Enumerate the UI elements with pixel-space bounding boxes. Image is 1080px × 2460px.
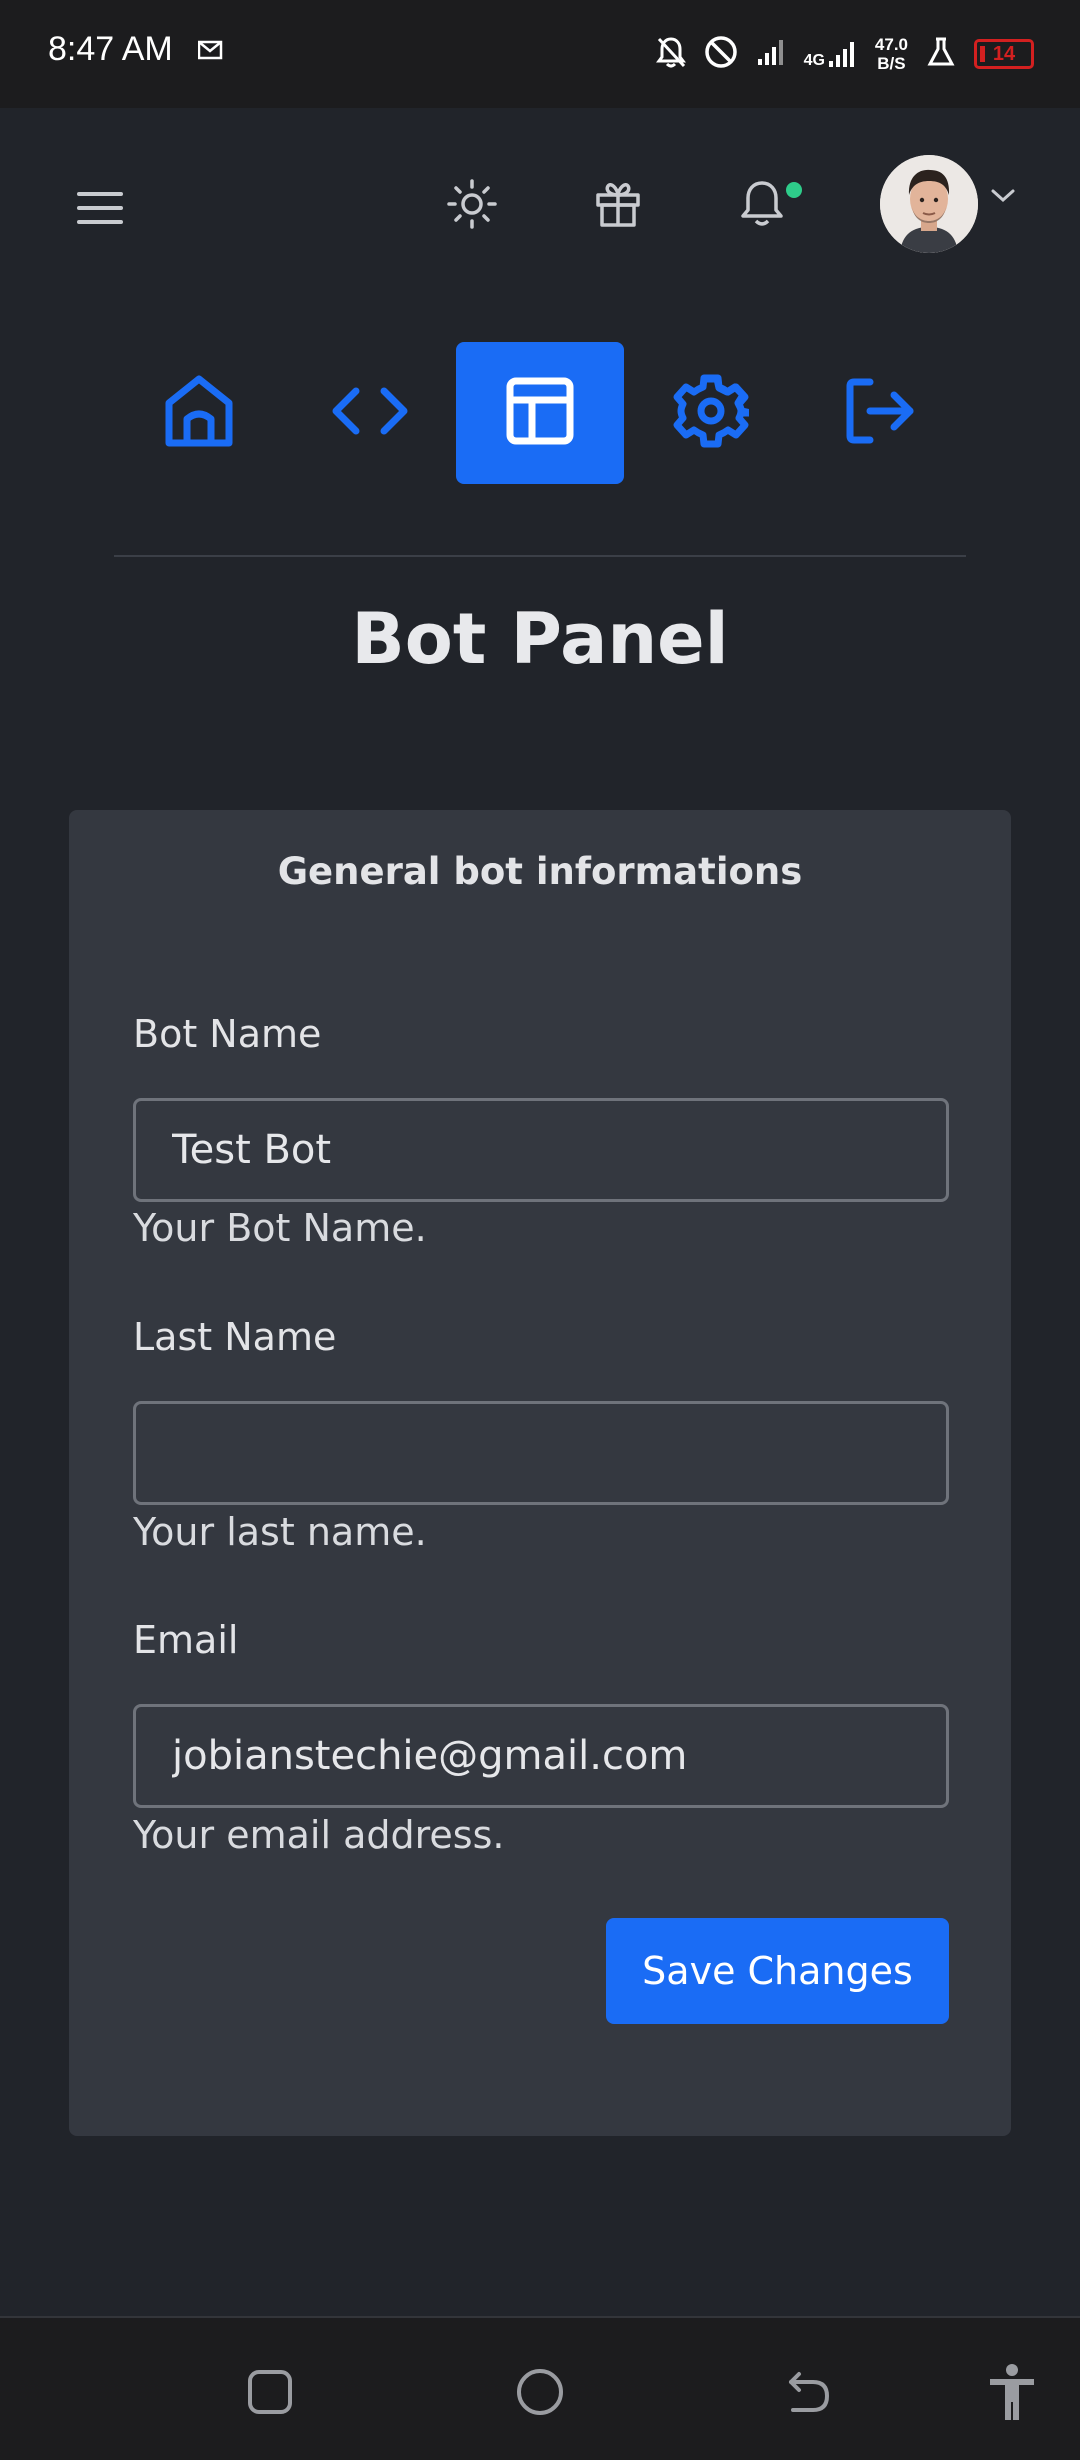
system-nav-bar bbox=[0, 2316, 1080, 2460]
page-title: Bot Panel bbox=[351, 598, 729, 680]
last-name-help: Your last name. bbox=[133, 1510, 427, 1554]
sun-icon bbox=[446, 178, 498, 234]
avatar[interactable] bbox=[880, 155, 978, 253]
card-title: General bot informations bbox=[277, 850, 803, 893]
bell-off-icon bbox=[655, 36, 686, 72]
home-circle-icon[interactable] bbox=[510, 2362, 570, 2422]
battery-icon: 14 bbox=[974, 39, 1034, 69]
dnd-icon bbox=[704, 35, 738, 73]
gear-icon bbox=[673, 373, 755, 453]
notifications-button[interactable] bbox=[732, 176, 792, 236]
chevron-down-icon[interactable] bbox=[990, 188, 1016, 208]
email-label: Email bbox=[133, 1618, 239, 1662]
recents-icon[interactable] bbox=[240, 2362, 300, 2422]
bot-name-help: Your Bot Name. bbox=[133, 1206, 427, 1250]
bot-name-input[interactable] bbox=[133, 1098, 949, 1202]
mail-icon bbox=[197, 40, 224, 64]
signal-icon bbox=[756, 37, 786, 71]
menu-button[interactable] bbox=[72, 182, 128, 238]
theme-toggle-button[interactable] bbox=[442, 176, 502, 236]
flask-icon bbox=[926, 36, 956, 72]
divider bbox=[114, 555, 966, 557]
bell-icon bbox=[739, 179, 785, 233]
notification-dot bbox=[786, 182, 802, 198]
bot-name-label: Bot Name bbox=[133, 1012, 322, 1056]
signal-4g-icon: 4G bbox=[804, 39, 857, 69]
accessibility-icon[interactable] bbox=[982, 2362, 1042, 2422]
section-nav bbox=[0, 342, 1080, 484]
nav-code[interactable] bbox=[286, 342, 454, 484]
last-name-label: Last Name bbox=[133, 1315, 337, 1359]
nav-logout[interactable] bbox=[797, 342, 965, 484]
code-icon bbox=[330, 381, 410, 445]
email-input[interactable] bbox=[133, 1704, 949, 1808]
last-name-input[interactable] bbox=[133, 1401, 949, 1505]
gift-button[interactable] bbox=[588, 176, 648, 236]
network-speed: 47.0 B/S bbox=[874, 35, 908, 73]
gift-icon bbox=[593, 179, 643, 233]
status-bar: 8:47 AM 4G 47.0 B/S 14 bbox=[0, 0, 1080, 108]
layout-icon bbox=[505, 376, 575, 450]
status-time: 8:47 AM bbox=[48, 30, 173, 68]
email-help: Your email address. bbox=[133, 1813, 505, 1857]
menu-icon bbox=[77, 190, 123, 230]
nav-layout[interactable] bbox=[456, 342, 624, 484]
save-changes-button[interactable]: Save Changes bbox=[606, 1918, 949, 2024]
nav-settings[interactable] bbox=[627, 342, 795, 484]
back-icon[interactable] bbox=[778, 2362, 838, 2422]
nav-home[interactable] bbox=[115, 342, 283, 484]
logout-icon bbox=[844, 376, 918, 450]
bot-info-card: General bot informations Bot Name Your B… bbox=[69, 810, 1011, 2136]
home-icon bbox=[163, 373, 235, 453]
